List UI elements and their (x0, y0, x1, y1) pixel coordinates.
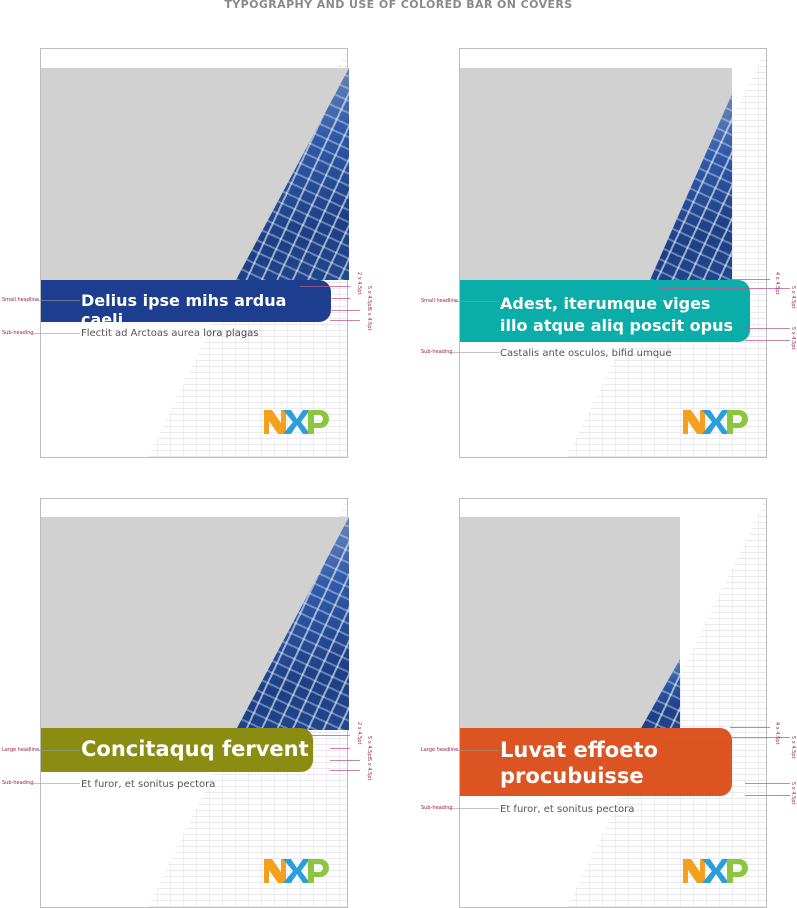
guide-line (449, 352, 499, 353)
spec-guide-line (745, 340, 790, 341)
guide-line (30, 783, 80, 784)
cover-1: Delius ipse mihs ardua caeli Flectit ad … (40, 48, 349, 458)
spec-guide-line (330, 770, 360, 771)
label-subheading: Sub-heading (421, 805, 453, 811)
label-subheading: Sub-heading (2, 330, 34, 336)
label-small-headline: Small headline (421, 298, 458, 304)
guide-line (449, 808, 499, 809)
label-large-headline: Large headline (2, 747, 40, 753)
headline-bar: Adest, iterumque viges illo atque aliq p… (460, 280, 750, 342)
spec-note: 5 x 4.5pt (366, 308, 372, 331)
label-small-headline: Small headline (2, 297, 39, 303)
guide-line (36, 300, 80, 301)
spec-guide-line (745, 783, 790, 784)
spec-note: 5 x 4.5pt (366, 758, 372, 781)
headline-line-2: procubuisse (500, 764, 644, 788)
spec-note: 5 x 4.5pt (366, 286, 372, 309)
headline-line-2: illo atque aliq poscit opus (500, 316, 734, 335)
spec-guide-line (330, 760, 360, 761)
spec-guide-line (330, 320, 360, 321)
nxp-logo (683, 858, 749, 884)
spec-guide-line (330, 298, 350, 299)
headline-text: Delius ipse mihs ardua caeli (81, 291, 287, 329)
spec-note: 5 x 4.5pt (790, 736, 796, 759)
spec-guide-line (300, 286, 350, 287)
spec-note: 2 x 4.5pt (356, 272, 362, 295)
cover-3: Concitaquq fervent Et furor, et sonitus … (40, 498, 349, 908)
spec-guide-line (300, 735, 350, 736)
spec-guide-line (745, 795, 790, 796)
spec-note: 5 x 4.5pt (790, 782, 796, 805)
headline-bar: Luvat effoeto procubuisse (460, 728, 732, 796)
nxp-logo (264, 409, 330, 435)
cover-4: Luvat effoeto procubuisse Et furor, et s… (459, 498, 767, 908)
spec-note: 5 x 4.5pt (366, 736, 372, 759)
spec-guide-line (745, 328, 790, 329)
page-title: TYPOGRAPHY AND USE OF COLORED BAR ON COV… (224, 0, 573, 11)
guide-line (38, 750, 80, 751)
spec-guide-line (660, 737, 790, 738)
guide-line (457, 750, 499, 751)
headline-bar: Delius ipse mihs ardua caeli (41, 280, 331, 329)
subheading-text: Castalis ante osculos, bifid umque (500, 348, 672, 359)
spec-guide-line (660, 288, 790, 289)
subheading-text: Et furor, et sonitus pectora (81, 779, 216, 790)
subheading-text: Et furor, et sonitus pectora (500, 804, 635, 815)
spec-note: 4 x 4.5pt (774, 722, 780, 745)
headline-line-1: Adest, iterumque viges (500, 294, 711, 313)
subheading-text: Flectit ad Arctoas aurea lora plagas (81, 328, 259, 339)
nxp-logo (264, 858, 330, 884)
spec-note: 5 x 4.5pt (790, 286, 796, 309)
spec-guide-line (730, 279, 770, 280)
cover-2: Adest, iterumque viges illo atque aliq p… (459, 48, 767, 458)
label-subheading: Sub-heading (2, 780, 34, 786)
label-large-headline: Large headline (421, 747, 459, 753)
nxp-logo (683, 409, 749, 435)
headline-text: Concitaquq fervent (81, 737, 309, 761)
spec-guide-line (730, 727, 770, 728)
headline-bar: Concitaquq fervent (41, 728, 313, 772)
spec-note: 4 x 4.5pt (774, 272, 780, 295)
guide-line (455, 301, 499, 302)
guide-line (30, 333, 80, 334)
gray-image-area (460, 517, 680, 730)
spec-note: 2 x 4.5pt (356, 722, 362, 745)
headline-line-1: Luvat effoeto (500, 738, 658, 762)
label-subheading: Sub-heading (421, 349, 453, 355)
spec-guide-line (330, 310, 360, 311)
spec-note: 5 x 4.5pt (790, 327, 796, 350)
spec-guide-line (330, 748, 350, 749)
